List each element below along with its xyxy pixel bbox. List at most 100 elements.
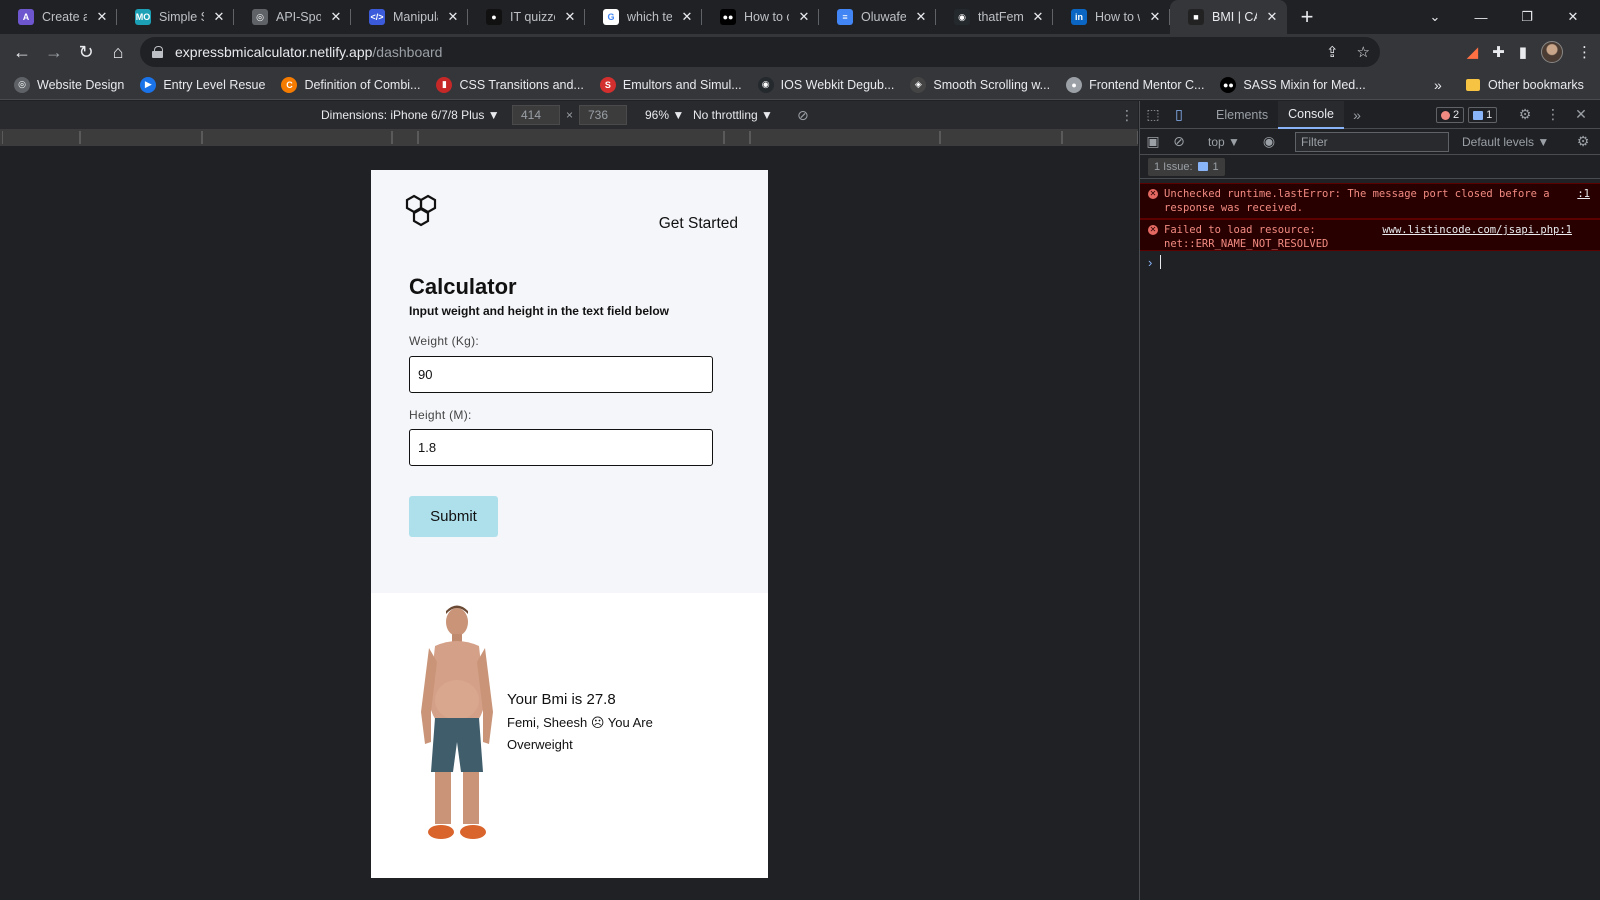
reload-button[interactable]: ↻ (70, 36, 102, 68)
side-panel-icon[interactable]: ▮ (1519, 43, 1527, 61)
close-devtools-icon[interactable]: ✕ (1568, 101, 1594, 129)
bookmark-item[interactable]: S Emultors and Simul... (599, 76, 742, 93)
tab-close-icon[interactable]: ✕ (212, 9, 226, 25)
restore-button[interactable]: ❐ (1504, 0, 1550, 34)
tab-close-icon[interactable]: ✕ (446, 9, 460, 25)
browser-tab[interactable]: A Create an ✕ (0, 0, 117, 34)
puzzle-icon[interactable]: ✚ (1492, 43, 1505, 61)
tab-close-icon[interactable]: ✕ (680, 9, 694, 25)
message-icon (1473, 110, 1484, 120)
bookmark-item[interactable]: ◎ Website Design (14, 76, 124, 93)
inspect-element-icon[interactable]: ⬚ (1140, 101, 1166, 129)
ruler-segment[interactable] (392, 131, 418, 144)
bookmark-star-icon[interactable]: ☆ (1357, 43, 1370, 61)
bookmark-item[interactable]: ◈ Smooth Scrolling w... (910, 76, 1050, 93)
ruler-segment[interactable] (724, 131, 750, 144)
new-tab-button[interactable]: + (1287, 0, 1327, 34)
forward-button[interactable]: → (38, 36, 70, 68)
browser-tab[interactable]: ● IT quizzes ✕ (468, 0, 585, 34)
bookmark-item[interactable]: ●● SASS Mixin for Med... (1220, 76, 1366, 93)
bookmark-item[interactable]: C Definition of Combi... (281, 76, 420, 93)
ruler-segment[interactable] (2, 131, 80, 144)
browser-tab[interactable]: ≡ Oluwafem ✕ (819, 0, 936, 34)
bookmark-item[interactable]: ▮ CSS Transitions and... (436, 76, 584, 93)
get-started-link[interactable]: Get Started (659, 215, 738, 233)
tab-close-icon[interactable]: ✕ (797, 9, 811, 25)
bookmarks-overflow-button[interactable]: » (1434, 70, 1442, 100)
tab-console[interactable]: Console (1278, 100, 1344, 129)
tab-close-icon[interactable]: ✕ (563, 9, 577, 25)
home-button[interactable]: ⌂ (102, 36, 134, 68)
browser-tab[interactable]: in How to wr ✕ (1053, 0, 1170, 34)
device-select[interactable]: Dimensions: iPhone 6/7/8 Plus ▼ (321, 101, 500, 129)
context-select[interactable]: top ▼ (1208, 129, 1240, 155)
error-x-icon: ✕ (1148, 189, 1158, 199)
hexagon-logo-icon[interactable] (402, 193, 444, 235)
error-source-link[interactable]: :1 (1577, 187, 1590, 201)
device-more-icon[interactable]: ⋮ (1120, 101, 1134, 129)
throttle-select[interactable]: No throttling ▼ (693, 101, 773, 129)
ruler-segment[interactable] (1062, 131, 1138, 144)
share-icon[interactable]: ⇪ (1326, 43, 1339, 61)
ruler-segment[interactable] (418, 131, 724, 144)
tab-close-icon[interactable]: ✕ (1031, 9, 1045, 25)
extension-icon[interactable]: ◢ (1467, 43, 1479, 61)
other-bookmarks[interactable]: Other bookmarks (1466, 70, 1584, 100)
device-toggle-icon[interactable]: ▯ (1166, 101, 1192, 129)
ruler-segment[interactable] (940, 131, 1062, 144)
browser-tab[interactable]: ◉ thatFemic ✕ (936, 0, 1053, 34)
zoom-select[interactable]: 96% ▼ (645, 101, 684, 129)
browser-tab[interactable]: ●● How to cre ✕ (702, 0, 819, 34)
address-bar[interactable]: expressbmicalculator.netlify.app /dashbo… (140, 37, 1380, 67)
browser-tab[interactable]: ◎ API-Sports ✕ (234, 0, 351, 34)
browser-tab[interactable]: </> Manipulat ✕ (351, 0, 468, 34)
lock-icon[interactable] (152, 46, 163, 58)
tab-title: IT quizzes (510, 10, 555, 24)
tab-close-icon[interactable]: ✕ (1265, 9, 1279, 25)
tab-close-icon[interactable]: ✕ (95, 9, 109, 25)
minimize-button[interactable]: — (1458, 0, 1504, 34)
devtools-tabbar: ⬚ ▯ Elements Console » 2 1 ⚙ ⋮ ✕ (1140, 100, 1600, 129)
tab-close-icon[interactable]: ✕ (1148, 9, 1162, 25)
tab-elements[interactable]: Elements (1206, 101, 1278, 129)
tab-strip: A Create an ✕ MO Simple Sol ✕ ◎ API-Sports ✕ </> M… (0, 0, 1600, 34)
bookmark-item[interactable]: ● Frontend Mentor C... (1066, 76, 1204, 93)
browser-tab[interactable]: MO Simple Sol ✕ (117, 0, 234, 34)
overweight-man-image (421, 605, 493, 839)
sidebar-toggle-icon[interactable]: ▣ (1140, 128, 1166, 156)
message-counter[interactable]: 1 (1468, 107, 1498, 123)
menu-icon[interactable]: ⋮ (1577, 43, 1592, 61)
more-tabs-icon[interactable]: » (1344, 101, 1370, 129)
console-filter-input[interactable]: Filter (1295, 132, 1449, 152)
ruler-segment[interactable] (202, 131, 392, 144)
devtools-menu-icon[interactable]: ⋮ (1540, 101, 1566, 129)
console-settings-icon[interactable]: ⚙ (1570, 128, 1596, 156)
back-button[interactable]: ← (6, 36, 38, 68)
rotate-icon[interactable]: ⊘ (797, 101, 809, 129)
ruler-segment[interactable] (80, 131, 202, 144)
browser-tab[interactable]: ■ BMI | CALC ✕ (1170, 0, 1287, 34)
browser-tab[interactable]: Gwhich tech ✕ (585, 0, 702, 34)
tab-close-icon[interactable]: ✕ (329, 9, 343, 25)
bookmark-item[interactable]: ▶ Entry Level Resue (140, 76, 265, 93)
settings-gear-icon[interactable]: ⚙ (1512, 101, 1538, 129)
tab-search-icon[interactable]: ⌄ (1412, 0, 1458, 34)
ruler-segment[interactable] (750, 131, 940, 144)
width-input[interactable]: 414 (512, 105, 560, 125)
profile-avatar[interactable] (1541, 41, 1563, 63)
height-input[interactable]: 736 (579, 105, 627, 125)
console-prompt[interactable]: › (1140, 251, 1600, 273)
height-input[interactable]: 1.8 (409, 429, 713, 466)
error-counter[interactable]: 2 (1436, 107, 1465, 123)
log-levels-select[interactable]: Default levels ▼ (1462, 129, 1549, 155)
weight-input[interactable]: 90 (409, 356, 713, 393)
clear-console-icon[interactable]: ⊘ (1166, 128, 1192, 156)
submit-button[interactable]: Submit (409, 496, 498, 537)
media-query-ruler (0, 129, 1138, 146)
tab-close-icon[interactable]: ✕ (914, 9, 928, 25)
issues-link[interactable]: 1 Issue: 1 (1148, 157, 1225, 176)
close-window-button[interactable]: ✕ (1550, 0, 1596, 34)
error-source-link[interactable]: www.listincode.com/jsapi.php:1 (1382, 223, 1572, 237)
live-expression-eye-icon[interactable]: ◉ (1256, 128, 1282, 156)
bookmark-item[interactable]: ◉ IOS Webkit Degub... (757, 76, 894, 93)
